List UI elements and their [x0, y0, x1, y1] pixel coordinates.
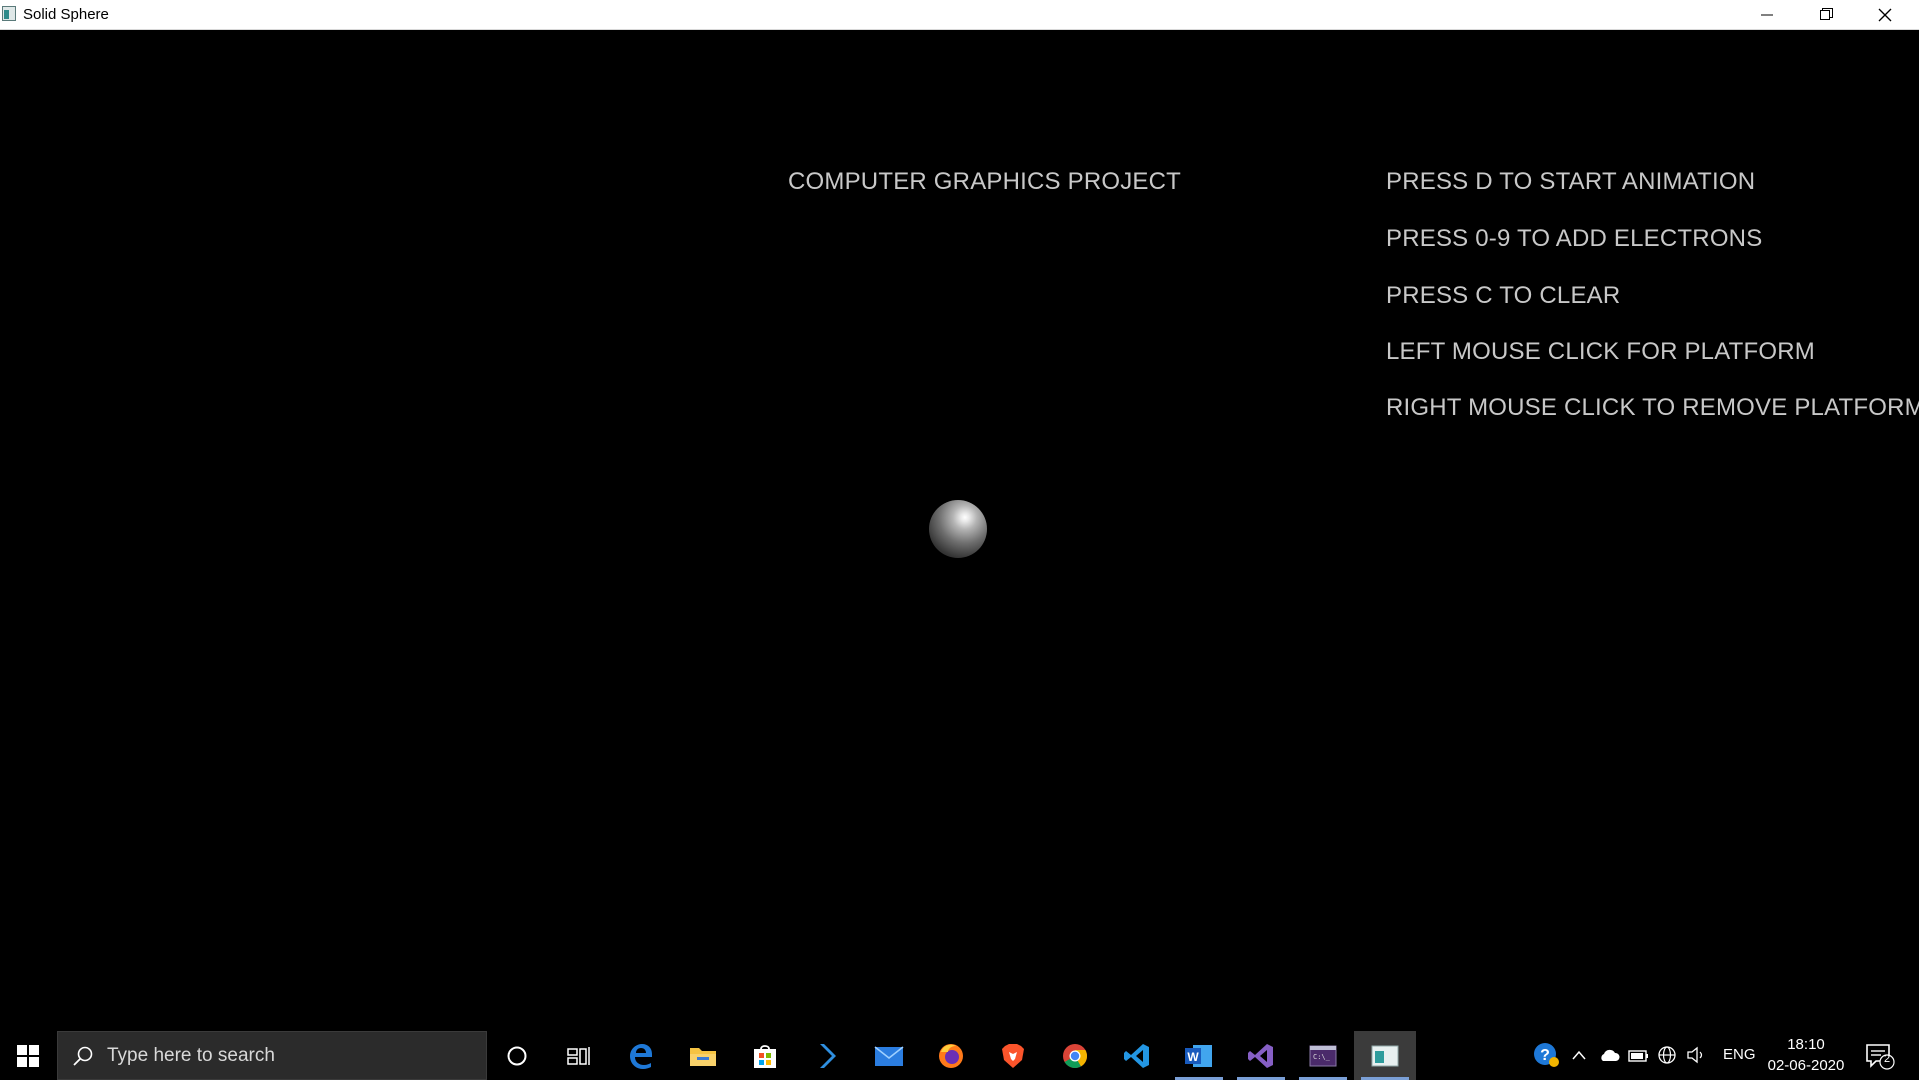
close-button[interactable]	[1856, 0, 1914, 29]
word-icon: W	[1185, 1044, 1212, 1067]
vscode-button[interactable]	[1106, 1031, 1168, 1080]
instruction-add-platform: LEFT MOUSE CLICK FOR PLATFORM	[1386, 338, 1815, 365]
solid-sphere	[929, 500, 987, 558]
minimize-button[interactable]	[1738, 0, 1796, 29]
opengl-window-icon	[1371, 1045, 1399, 1066]
restore-button[interactable]	[1797, 0, 1855, 29]
notification-icon	[1866, 1044, 1895, 1070]
word-button[interactable]: W	[1168, 1031, 1230, 1080]
start-button[interactable]	[0, 1031, 56, 1080]
store-icon	[754, 1044, 776, 1068]
instruction-start-animation: PRESS D TO START ANIMATION	[1386, 168, 1756, 195]
window-titlebar[interactable]: Solid Sphere	[0, 0, 1919, 30]
svg-text:?: ?	[1540, 1047, 1550, 1064]
cloud-icon	[1601, 1049, 1620, 1061]
minimize-icon	[1761, 14, 1773, 15]
action-center-button[interactable]: 2	[1864, 1042, 1896, 1070]
visual-studio-installer-icon	[820, 1043, 836, 1068]
mail-button[interactable]	[858, 1031, 920, 1080]
clock-date: 02-06-2020	[1767, 1057, 1845, 1074]
instruction-remove-platform: RIGHT MOUSE CLICK TO REMOVE PLATFORM	[1386, 394, 1919, 421]
close-icon	[1878, 8, 1892, 21]
clock-button[interactable]: 18:10 02-06-2020	[1764, 1034, 1848, 1078]
console-button[interactable]: C:\_	[1292, 1031, 1354, 1080]
task-view-button[interactable]	[548, 1031, 610, 1080]
chrome-button[interactable]	[1044, 1031, 1106, 1080]
notification-count: 2	[1884, 1053, 1891, 1065]
file-explorer-button[interactable]	[672, 1031, 734, 1080]
search-placeholder: Type here to search	[107, 1045, 275, 1066]
edge-icon	[630, 1043, 652, 1069]
chrome-icon	[1063, 1043, 1088, 1068]
brave-button[interactable]	[982, 1031, 1044, 1080]
solid-sphere-taskbar-button[interactable]	[1354, 1031, 1416, 1080]
visual-studio-installer-button[interactable]	[796, 1031, 858, 1080]
console-icon: C:\_	[1309, 1045, 1337, 1066]
file-explorer-icon	[690, 1047, 716, 1066]
firefox-icon	[939, 1043, 963, 1068]
globe-icon	[1658, 1046, 1676, 1064]
taskbar-search-box[interactable]: Type here to search	[57, 1031, 487, 1080]
battery-tray-button[interactable]	[1628, 1043, 1650, 1067]
instruction-add-electrons: PRESS 0-9 TO ADD ELECTRONS	[1386, 225, 1763, 252]
cortana-button[interactable]	[486, 1031, 548, 1080]
mail-icon	[874, 1045, 904, 1066]
restore-icon	[1819, 8, 1833, 20]
clock-time: 18:10	[1787, 1036, 1825, 1053]
help-icon: ?	[1534, 1043, 1559, 1067]
chevron-up-icon	[1572, 1050, 1586, 1060]
visual-studio-icon	[1248, 1043, 1273, 1068]
search-icon	[73, 1046, 93, 1066]
store-button[interactable]	[734, 1031, 796, 1080]
svg-text:C:\_: C:\_	[1313, 1053, 1331, 1061]
windows-logo-icon	[17, 1044, 39, 1067]
project-heading: COMPUTER GRAPHICS PROJECT	[788, 168, 1182, 195]
taskbar: Type here to search W C:\_ ? ENG 18:10 0…	[0, 1031, 1919, 1080]
help-tray-button[interactable]: ?	[1532, 1041, 1560, 1069]
svg-text:W: W	[1187, 1050, 1199, 1064]
window-title: Solid Sphere	[23, 6, 109, 23]
brave-icon	[1002, 1043, 1024, 1068]
onedrive-tray-button[interactable]	[1598, 1043, 1620, 1067]
battery-icon	[1628, 1050, 1648, 1062]
firefox-button[interactable]	[920, 1031, 982, 1080]
edge-button[interactable]	[610, 1031, 672, 1080]
vscode-icon	[1124, 1043, 1149, 1068]
instruction-clear: PRESS C TO CLEAR	[1386, 282, 1621, 309]
network-tray-button[interactable]	[1656, 1043, 1678, 1067]
visual-studio-button[interactable]	[1230, 1031, 1292, 1080]
task-view-icon	[567, 1046, 590, 1065]
app-window-icon	[2, 6, 16, 21]
language-indicator[interactable]: ENG	[1723, 1046, 1756, 1063]
cortana-icon	[507, 1046, 527, 1065]
speaker-icon	[1687, 1046, 1703, 1064]
show-hidden-icons-button[interactable]	[1568, 1043, 1590, 1067]
volume-tray-button[interactable]	[1685, 1043, 1707, 1067]
